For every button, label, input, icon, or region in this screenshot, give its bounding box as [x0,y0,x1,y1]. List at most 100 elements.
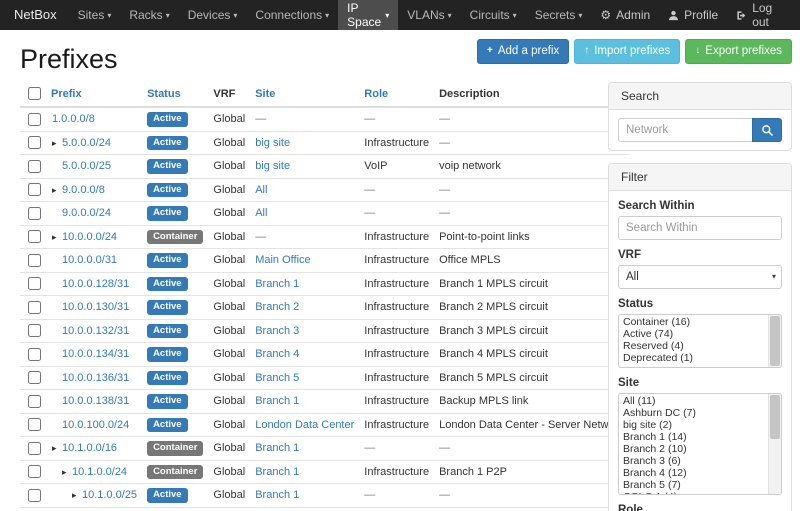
listbox-option[interactable]: Branch 5 (7) [620,479,767,491]
prefix-link[interactable]: 10.0.0.0/31 [62,254,117,266]
prefix-link[interactable]: 10.0.0.134/31 [62,348,129,360]
site-link[interactable]: Branch 5 [255,372,299,384]
listbox-option[interactable]: Active (74) [620,328,767,340]
row-checkbox[interactable] [28,207,41,220]
prefix-link[interactable]: 1.0.0.0/8 [52,113,95,125]
listbox-option[interactable]: big site (2) [620,419,767,431]
row-checkbox[interactable] [28,442,41,455]
nav-item-admin[interactable]: ⚙Admin [591,0,659,30]
prefix-link[interactable]: 10.0.0.128/31 [62,278,129,290]
prefix-link[interactable]: 10.0.0.132/31 [62,325,129,337]
listbox-option[interactable]: Ashburn DC (7) [620,407,767,419]
column-sort-link-status[interactable]: Status [147,88,181,100]
nav-item-secrets[interactable]: Secrets▾ [526,0,592,30]
nav-item-circuits[interactable]: Circuits▾ [461,0,526,30]
site-link[interactable]: Branch 2 [255,301,299,313]
status-listbox[interactable]: Container (16)Active (74)Reserved (4)Dep… [618,314,782,368]
site-link[interactable]: Branch 1 [255,466,299,478]
nav-item-devices[interactable]: Devices▾ [179,0,247,30]
site-link[interactable]: Main Office [255,254,310,266]
row-checkbox[interactable] [28,371,41,384]
site-link[interactable]: Branch 1 [255,278,299,290]
scrollbar-thumb[interactable] [770,316,780,366]
row-checkbox[interactable] [28,277,41,290]
prefix-link[interactable]: 10.1.0.0/25 [82,489,137,501]
expand-caret-icon[interactable]: ▸ [52,139,62,148]
status-listbox-scrollbar[interactable] [768,315,781,367]
prefix-link[interactable]: 10.1.0.0/24 [72,466,127,478]
listbox-option[interactable]: All (11) [620,395,767,407]
search-within-input[interactable] [618,216,782,240]
column-sort-link-prefix[interactable]: Prefix [51,88,82,100]
nav-item-vlans[interactable]: VLANs▾ [398,0,460,30]
row-checkbox[interactable] [28,348,41,361]
nav-item-ip-space[interactable]: IP Space▾ [338,0,398,30]
expand-caret-icon[interactable]: ▸ [72,491,82,500]
nav-item-profile[interactable]: Profile [659,0,727,30]
site-link[interactable]: Branch 1 [255,489,299,501]
site-cell: big site [250,155,359,179]
row-checkbox[interactable] [28,183,41,196]
row-checkbox[interactable] [28,254,41,267]
row-checkbox[interactable] [28,301,41,314]
nav-item-racks[interactable]: Racks▾ [120,0,178,30]
prefix-link[interactable]: 5.0.0.0/25 [62,160,111,172]
row-checkbox[interactable] [28,160,41,173]
site-link[interactable]: Branch 4 [255,348,299,360]
row-checkbox[interactable] [28,324,41,337]
nav-item-connections[interactable]: Connections▾ [246,0,338,30]
listbox-option[interactable]: Branch 4 (12) [620,467,767,479]
prefix-link[interactable]: 9.0.0.0/8 [62,184,105,196]
select-all-checkbox[interactable] [28,87,41,100]
listbox-option[interactable]: Branch 1 (14) [620,431,767,443]
listbox-option[interactable]: COLO 1 (4) [620,491,767,495]
prefix-link[interactable]: 10.0.100.0/24 [62,419,129,431]
scrollbar-thumb[interactable] [770,395,780,439]
site-link[interactable]: Branch 3 [255,325,299,337]
site-listbox[interactable]: All (11)Ashburn DC (7)big site (2)Branch… [618,393,782,495]
expand-caret-icon[interactable]: ▸ [62,468,72,477]
listbox-option[interactable]: Deprecated (1) [620,352,767,364]
column-sort-link-site[interactable]: Site [255,88,275,100]
listbox-option[interactable]: Branch 3 (6) [620,455,767,467]
site-listbox-scrollbar[interactable] [768,394,781,494]
prefix-link[interactable]: 10.0.0.138/31 [62,395,129,407]
site-link[interactable]: big site [255,160,290,172]
row-checkbox[interactable] [28,418,41,431]
nav-item-log-out[interactable]: Log out [727,0,796,30]
row-checkbox[interactable] [28,465,41,478]
search-button[interactable] [752,118,782,142]
vrf-select-value: All [626,271,639,283]
listbox-option[interactable]: Branch 2 (10) [620,443,767,455]
row-checkbox[interactable] [28,136,41,149]
column-sort-link-role[interactable]: Role [364,88,388,100]
expand-caret-icon[interactable]: ▸ [52,233,62,242]
import-prefixes-button[interactable]: ↑Import prefixes [574,39,680,64]
site-link[interactable]: All [255,207,267,219]
site-link[interactable]: Branch 1 [255,442,299,454]
site-link[interactable]: All [255,184,267,196]
listbox-option[interactable]: Container (16) [620,316,767,328]
add-a-prefix-button[interactable]: +Add a prefix [477,39,569,64]
row-checkbox[interactable] [28,113,41,126]
prefix-link[interactable]: 10.0.0.0/24 [62,231,117,243]
nav-item-sites[interactable]: Sites▾ [69,0,121,30]
row-checkbox[interactable] [28,230,41,243]
search-input[interactable] [618,118,753,142]
export-prefixes-button[interactable]: ↓Export prefixes [685,39,792,64]
site-link[interactable]: Branch 1 [255,395,299,407]
prefix-link[interactable]: 5.0.0.0/24 [62,137,111,149]
prefix-link[interactable]: 10.1.0.0/16 [62,442,117,454]
vrf-select[interactable]: All ▾ [618,265,782,289]
site-link[interactable]: London Data Center [255,419,354,431]
listbox-option[interactable]: Reserved (4) [620,340,767,352]
expand-caret-icon[interactable]: ▸ [52,444,62,453]
expand-caret-icon[interactable]: ▸ [52,186,62,195]
prefix-link[interactable]: 9.0.0.0/24 [62,207,111,219]
navbar-brand[interactable]: NetBox [6,0,69,30]
site-link[interactable]: big site [255,137,290,149]
prefix-link[interactable]: 10.0.0.130/31 [62,301,129,313]
row-checkbox[interactable] [28,395,41,408]
prefix-link[interactable]: 10.0.0.136/31 [62,372,129,384]
row-checkbox[interactable] [28,489,41,502]
